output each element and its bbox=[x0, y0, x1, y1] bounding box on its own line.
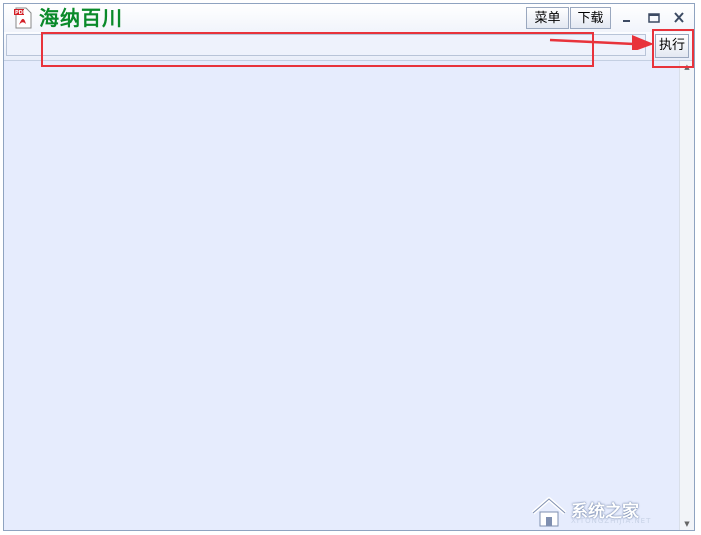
maximize-icon[interactable] bbox=[644, 9, 664, 27]
arrow-icon bbox=[549, 35, 654, 50]
pdf-icon: PDF bbox=[14, 7, 32, 29]
watermark-subtext: XITONGZHIJIA.NET bbox=[571, 517, 652, 525]
svg-text:PDF: PDF bbox=[15, 10, 26, 16]
app-title: 海纳百川 bbox=[39, 6, 123, 30]
minimize-icon[interactable] bbox=[616, 9, 636, 27]
content-area bbox=[4, 61, 680, 530]
vertical-scrollbar[interactable]: ▲ ▼ bbox=[679, 61, 694, 530]
app-window: PDF 海纳百川 菜单 下载 执行 ▲ ▼ bbox=[3, 3, 695, 531]
scroll-up-icon[interactable]: ▲ bbox=[680, 61, 694, 73]
download-button[interactable]: 下载 bbox=[570, 7, 611, 29]
watermark-logo: 系统之家 XITONGZHIJIA.NET bbox=[525, 495, 695, 529]
close-icon[interactable] bbox=[669, 9, 689, 27]
house-logo-icon bbox=[531, 497, 567, 527]
title-bar: PDF 海纳百川 菜单 下载 bbox=[4, 4, 694, 33]
execute-button[interactable]: 执行 bbox=[655, 34, 689, 58]
menu-button[interactable]: 菜单 bbox=[526, 7, 569, 29]
